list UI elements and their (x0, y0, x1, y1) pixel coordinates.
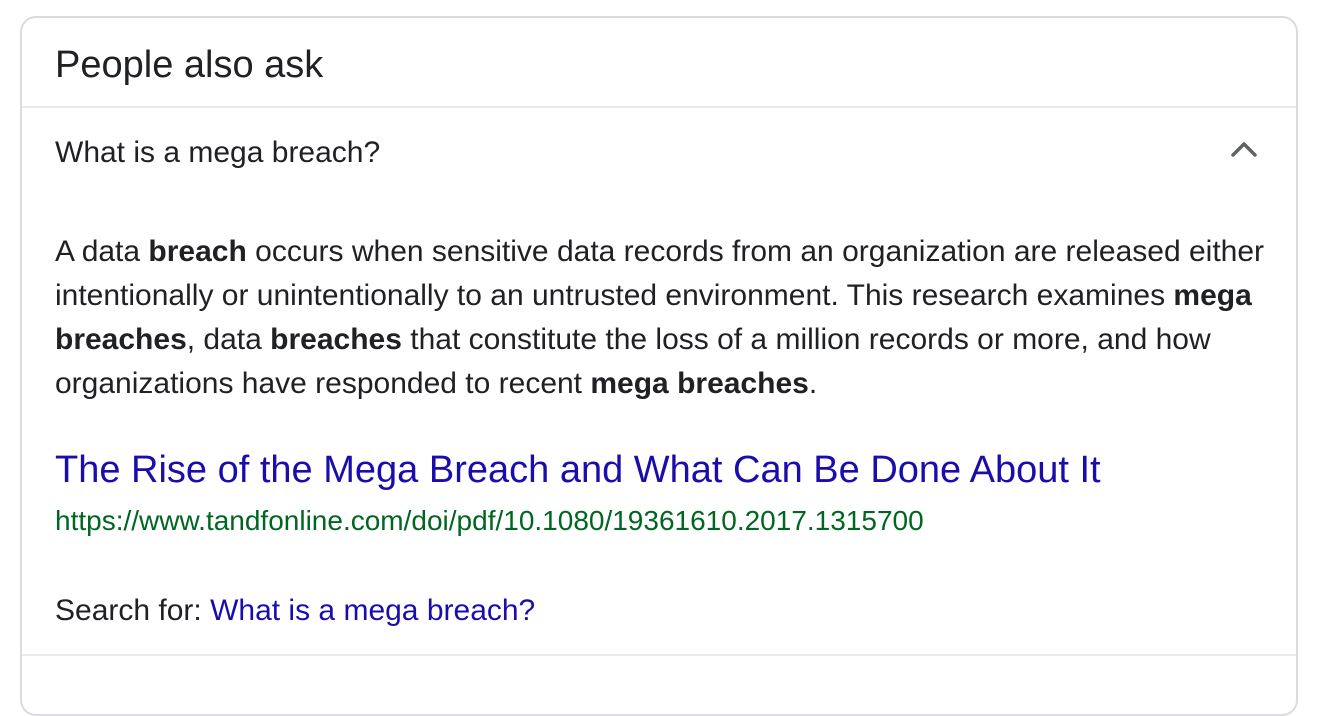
answer-highlight: breaches (270, 323, 402, 356)
answer-segment: , data (186, 323, 271, 356)
chevron-up-icon[interactable] (1224, 130, 1264, 170)
people-also-ask-panel: People also ask What is a mega breach? A… (20, 16, 1298, 716)
panel-header: People also ask (22, 18, 1296, 108)
answer-segment: A data (55, 235, 149, 268)
answer-snippet: A data breach occurs when sensitive data… (55, 230, 1270, 406)
search-for-label: Search for: (55, 594, 211, 627)
result-title-link[interactable]: The Rise of the Mega Breach and What Can… (55, 447, 1101, 493)
answer-highlight: mega breaches (590, 367, 809, 400)
question-accordion-toggle[interactable]: What is a mega breach? (22, 108, 1296, 200)
answer-segment: . (808, 367, 818, 400)
panel-title: People also ask (55, 44, 324, 86)
search-for-row: Search for: What is a mega breach? (55, 592, 535, 630)
question-text: What is a mega breach? (55, 136, 381, 169)
result-url: https://www.tandfonline.com/doi/pdf/10.1… (55, 505, 924, 536)
divider (22, 654, 1296, 656)
answer-highlight: breach (148, 235, 247, 268)
search-for-link[interactable]: What is a mega breach? (210, 594, 535, 627)
